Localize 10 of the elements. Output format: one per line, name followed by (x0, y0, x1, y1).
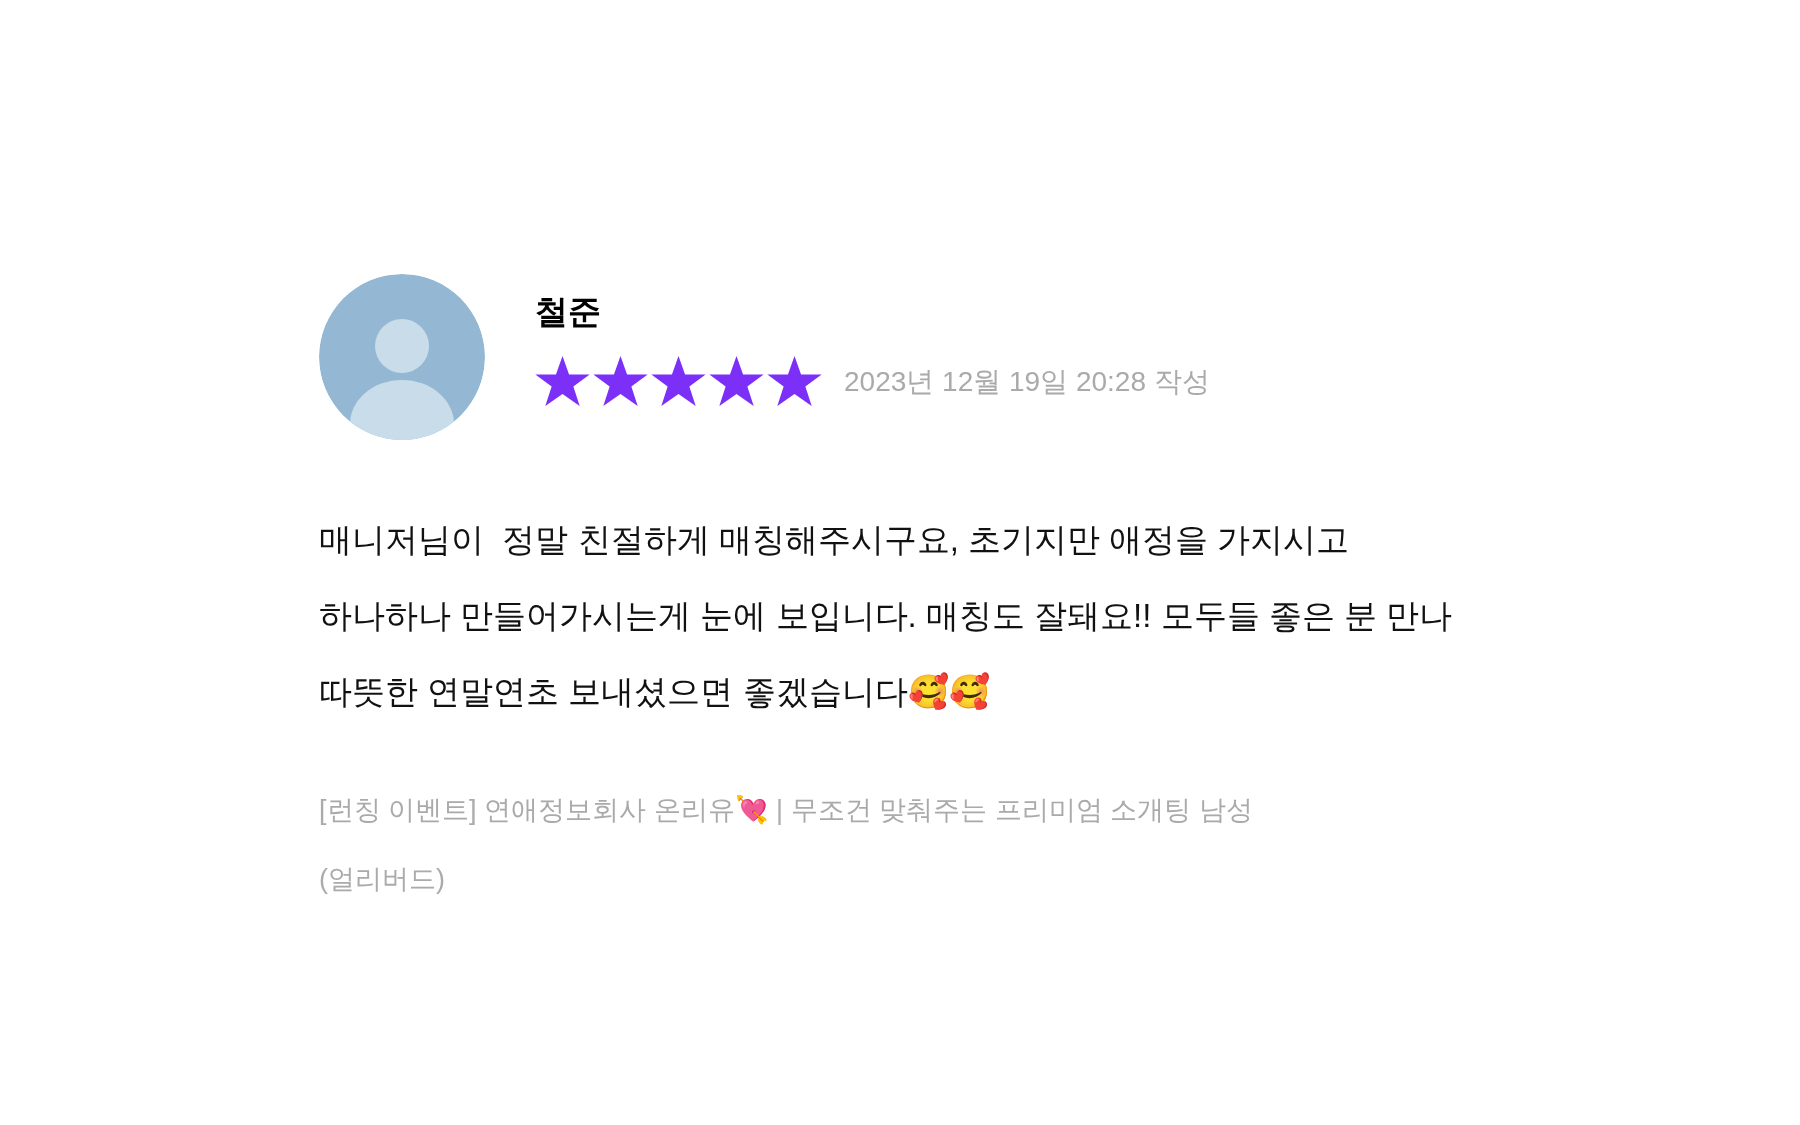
star-icon (709, 356, 764, 408)
product-name: [런칭 이벤트] 연애정보회사 온리유💘 | 무조건 맞춰주는 프리미엄 소개팅 남성(얼리버드) (319, 794, 1254, 896)
review-text: 매니저님이 정말 친절하게 매칭해주시구요, 초기지만 애정을 가지시고 하나하나 만들어가시는게 눈에 보입니다. 매칭도 잘돼요!! 모두들 좋은 분 만나 따뜻한 연말연초 보내셨으면 좋겠습니다🥰🥰 (319, 520, 1454, 712)
avatar-icon (319, 274, 485, 440)
star-icon (767, 356, 822, 408)
star-icon (593, 356, 648, 408)
star-icon (651, 356, 706, 408)
reviewer-name: 철준 (535, 292, 602, 332)
star-icon (535, 356, 590, 408)
review-date: 2023년 12월 19일 20:28 작성 (844, 365, 1210, 399)
